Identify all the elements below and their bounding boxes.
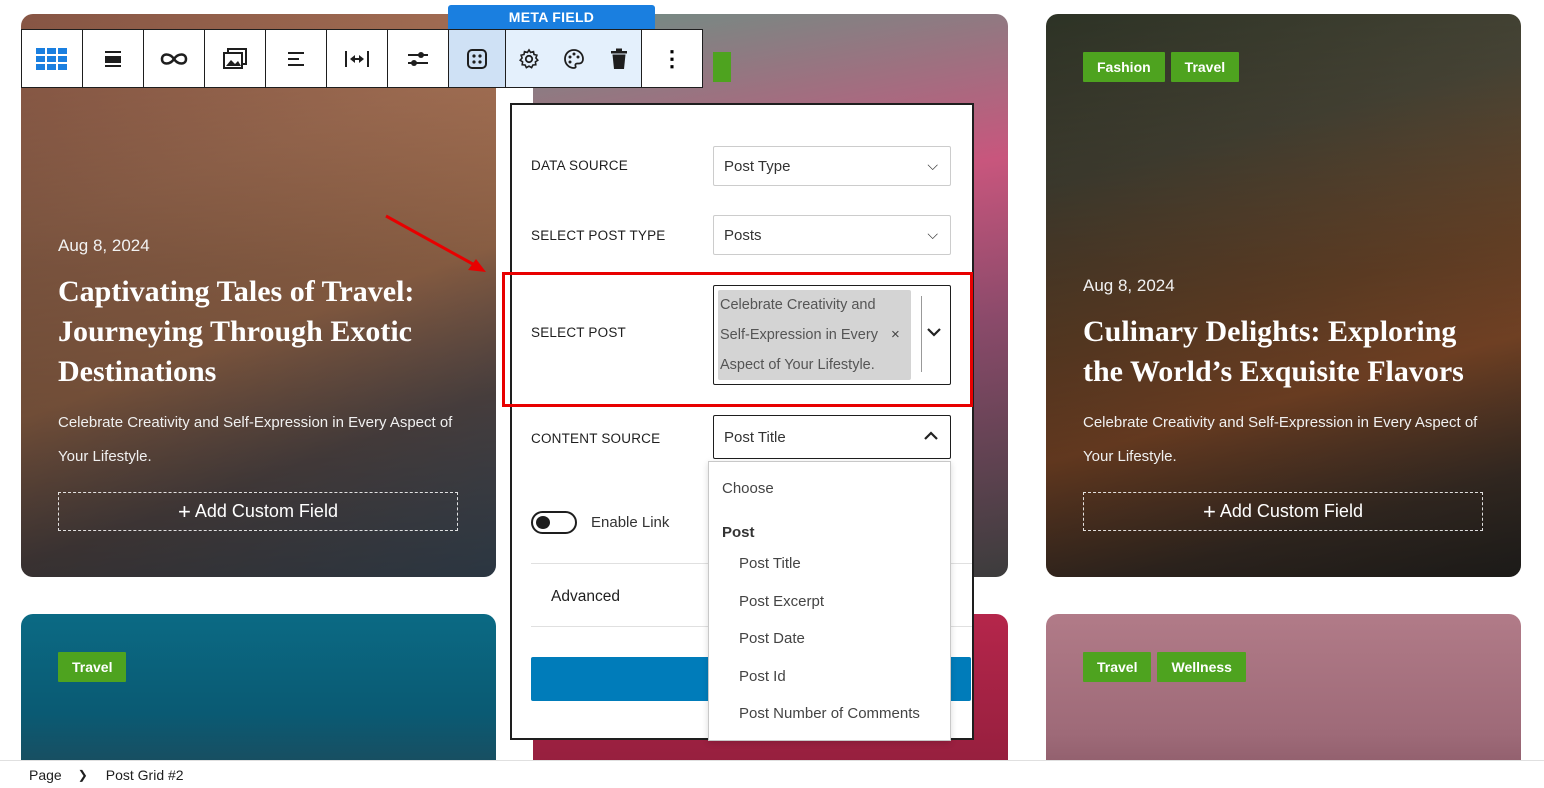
dropdown-option[interactable]: Post Excerpt — [739, 593, 824, 610]
more-vertical-icon: ⋮ — [661, 45, 683, 71]
add-custom-field-button[interactable]: + Add Custom Field — [58, 492, 458, 531]
editor-canvas: Aug 8, 2024 Captivating Tales of Travel:… — [0, 0, 1544, 788]
enable-link-toggle[interactable] — [531, 511, 577, 534]
plus-icon: + — [178, 498, 191, 524]
dropdown-group-post: Post — [722, 524, 755, 541]
settings-sliders-button[interactable] — [388, 30, 449, 87]
dropdown-option[interactable]: Post Id — [739, 668, 786, 685]
trash-icon — [610, 48, 627, 69]
plus-icon: + — [1203, 498, 1216, 524]
content-source-label: CONTENT SOURCE — [531, 431, 661, 446]
annotation-arrow-icon — [385, 214, 486, 272]
gear-icon — [518, 48, 539, 69]
tag-fragment — [713, 52, 731, 82]
post-title: Culinary Delights: Exploring the World’s… — [1083, 315, 1464, 388]
more-options-button[interactable]: ⋮ — [642, 30, 702, 87]
tag-badge[interactable]: Travel — [1170, 52, 1240, 82]
dropdown-option[interactable]: Post Title — [739, 555, 801, 572]
align-block-icon — [105, 50, 121, 67]
post-tags: Travel Wellness — [1083, 652, 1246, 682]
tag-badge[interactable]: Wellness — [1157, 652, 1246, 682]
breadcrumb-item-current[interactable]: Post Grid #2 — [106, 767, 184, 783]
image-gallery-button[interactable] — [205, 30, 266, 87]
chevron-down-icon: ⌵ — [927, 157, 938, 173]
dropdown-option-choose[interactable]: Choose — [722, 480, 774, 497]
data-source-label: DATA SOURCE — [531, 158, 628, 173]
breadcrumb-item-page[interactable]: Page — [29, 767, 62, 783]
link-loop-icon — [160, 52, 188, 65]
grid-layout-icon — [36, 47, 67, 70]
chevron-up-icon — [924, 428, 938, 444]
meta-field-button[interactable] — [449, 30, 506, 87]
select-post-type-label: SELECT POST TYPE — [531, 228, 666, 243]
post-title: Captivating Tales of Travel: Journeying … — [58, 275, 415, 388]
content-source-select[interactable]: Post Title — [713, 415, 951, 459]
tag-badge[interactable]: Travel — [58, 652, 127, 682]
post-card-2[interactable]: Fashion Travel Aug 8, 2024 Culinary Deli… — [1046, 14, 1521, 577]
palette-icon — [563, 48, 584, 69]
text-align-left-icon — [288, 51, 304, 66]
width-button[interactable] — [327, 30, 388, 87]
tag-badge[interactable]: Fashion — [1083, 52, 1165, 82]
advanced-section-toggle[interactable]: Advanced — [551, 588, 620, 606]
breadcrumb: Page ❯ Post Grid #2 — [0, 760, 1544, 788]
post-excerpt: Celebrate Creativity and Self-Expression… — [58, 414, 453, 465]
delete-button[interactable] — [596, 30, 641, 87]
image-gallery-icon — [223, 47, 247, 69]
settings-button[interactable] — [506, 30, 551, 87]
style-button[interactable] — [551, 30, 596, 87]
post-date: Aug 8, 2024 — [1083, 276, 1175, 295]
dropdown-option[interactable]: Post Number of Comments — [739, 705, 920, 722]
highlight-box — [502, 272, 973, 407]
data-source-select[interactable]: Post Type ⌵ — [713, 146, 951, 186]
post-tags: Fashion Travel — [1083, 52, 1240, 82]
post-excerpt: Celebrate Creativity and Self-Expression… — [1083, 414, 1478, 465]
link-loop-button[interactable] — [144, 30, 205, 87]
dropdown-option[interactable]: Post Date — [739, 630, 805, 647]
text-align-button[interactable] — [266, 30, 327, 87]
enable-link-label: Enable Link — [591, 514, 670, 531]
content-source-dropdown: Choose Post Post Title Post Excerpt Post… — [708, 461, 951, 741]
add-custom-field-button[interactable]: + Add Custom Field — [1083, 492, 1483, 531]
meta-field-actions — [506, 30, 642, 87]
width-arrows-icon — [345, 50, 369, 67]
meta-field-label: META FIELD — [448, 5, 655, 29]
align-block-button[interactable] — [83, 30, 144, 87]
post-tags: Travel — [58, 652, 127, 682]
chevron-down-icon: ⌵ — [927, 226, 938, 242]
meta-field-icon — [467, 48, 487, 69]
post-card-1[interactable]: Aug 8, 2024 Captivating Tales of Travel:… — [21, 14, 496, 577]
post-type-select[interactable]: Posts ⌵ — [713, 215, 951, 255]
chevron-right-icon: ❯ — [77, 767, 88, 782]
block-toolbar: ⋮ — [21, 29, 703, 88]
sliders-icon — [408, 51, 428, 66]
grid-layout-button[interactable] — [22, 30, 83, 87]
tag-badge[interactable]: Travel — [1083, 652, 1152, 682]
